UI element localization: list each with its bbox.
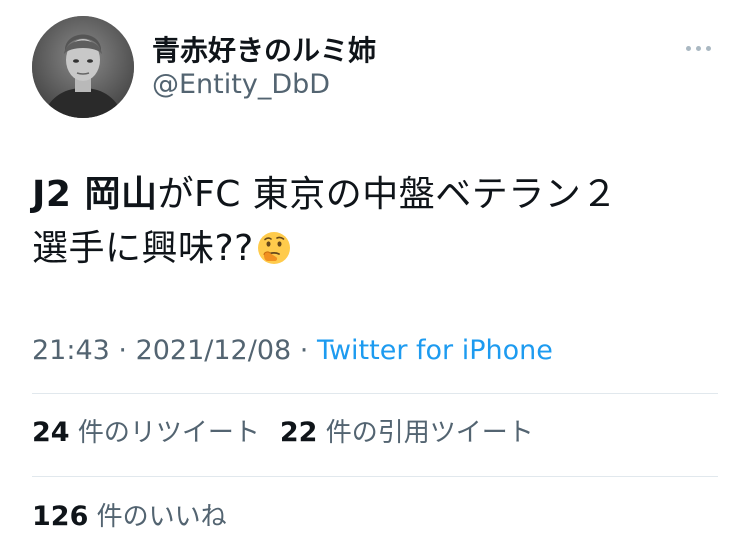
avatar-image [32,16,134,118]
tweet-text-rest: がFC 東京の中盤ベテラン２ [157,174,618,215]
quotes-stat[interactable]: 22 件の引用ツイート [279,417,534,448]
tweet-text-bold: J2 岡山 [32,174,158,215]
more-dot [706,45,711,51]
stats-row-shares: 24 件のリツイート 22 件の引用ツイート [32,416,534,450]
tweet-text: J2 岡山がFC 東京の中盤ベテラン２ 選手に興味?? [32,168,722,276]
tweet-text-line2: 選手に興味?? [32,228,254,269]
avatar[interactable] [32,16,134,118]
meta-separator: · [291,335,317,366]
thinking-face-icon [257,232,290,264]
user-handle[interactable]: @Entity_DbD [152,68,376,102]
more-dot [686,45,691,51]
display-name[interactable]: 青赤好きのルミ姉 [152,34,376,68]
tweet-line-2: 選手に興味?? [32,222,722,276]
likes-count: 126 [32,501,89,532]
stats-row-likes: 126 件のいいね [32,500,227,534]
tweet-date[interactable]: 2021/12/08 [136,335,292,366]
tweet-meta: 21:43 · 2021/12/08 · Twitter for iPhone [32,334,553,368]
quotes-count: 22 [279,417,318,448]
quotes-label: 件の引用ツイート [325,418,534,448]
likes-stat[interactable]: 126 件のいいね [32,501,227,532]
divider [32,476,718,477]
tweet-header: 青赤好きのルミ姉 @Entity_DbD [32,16,722,120]
tweet-line-1: J2 岡山がFC 東京の中盤ベテラン２ [32,168,722,222]
tweet-time[interactable]: 21:43 [32,335,110,366]
more-options-icon[interactable] [686,42,716,54]
retweets-count: 24 [32,417,70,448]
user-info: 青赤好きのルミ姉 @Entity_DbD [152,34,376,102]
retweets-label: 件のリツイート [77,418,260,448]
more-dot [696,45,701,51]
divider [32,393,718,394]
retweets-stat[interactable]: 24 件のリツイート [32,417,260,448]
meta-separator: · [109,335,136,366]
likes-label: 件のいいね [96,502,227,532]
tweet-source-link[interactable]: Twitter for iPhone [317,335,553,366]
